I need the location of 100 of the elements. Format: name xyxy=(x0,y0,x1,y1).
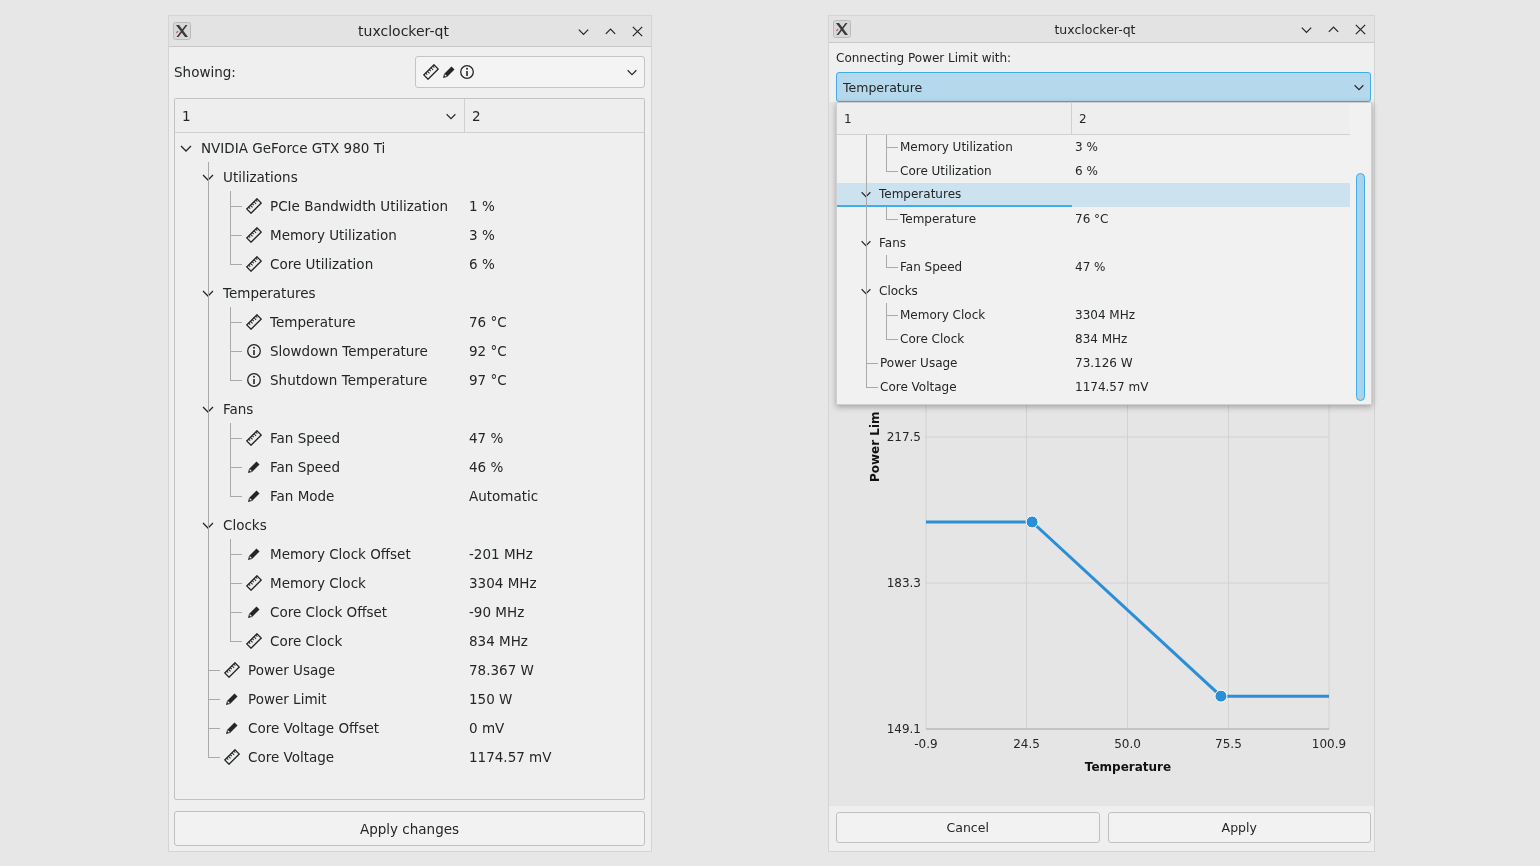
ruler-icon xyxy=(246,197,262,214)
value-text: 92 °C xyxy=(469,342,507,359)
tree-item[interactable]: Core Utilization xyxy=(270,255,374,272)
tree-item[interactable]: Clocks xyxy=(223,516,267,533)
data-point[interactable] xyxy=(1214,689,1228,703)
dialog-button[interactable]: Cancel xyxy=(836,812,1100,843)
scrollbar-thumb[interactable] xyxy=(1356,173,1365,401)
tree-item[interactable]: Fans xyxy=(223,400,254,417)
tree-item[interactable]: Core Voltage xyxy=(880,380,957,394)
tick-label: -0.9 xyxy=(914,737,938,751)
column-header[interactable]: 1 xyxy=(837,103,1072,134)
ruler-icon xyxy=(246,313,262,330)
value-text: 0 mV xyxy=(469,719,505,736)
info-icon xyxy=(246,342,262,359)
tree-item[interactable]: Temperature xyxy=(270,313,356,330)
tree-item[interactable]: Temperatures xyxy=(223,284,316,301)
tree-item[interactable]: Core Clock Offset xyxy=(270,603,388,620)
tree-row[interactable]: Power Usage 73.126 W xyxy=(837,351,1351,375)
tick-label: 100.9 xyxy=(1311,737,1347,751)
tree-item[interactable]: Clocks xyxy=(879,284,918,298)
tree-item[interactable]: Fan Speed xyxy=(270,429,340,446)
tree-row[interactable]: Fans xyxy=(837,231,1351,255)
value-text: 1174.57 mV xyxy=(1075,380,1149,394)
ruler-icon xyxy=(423,64,439,80)
info-icon xyxy=(246,371,262,388)
tree-item[interactable]: Core Clock xyxy=(270,632,343,649)
tree-item[interactable]: Memory Clock Offset xyxy=(270,545,411,562)
column-header[interactable]: 2 xyxy=(465,99,644,132)
tree-item[interactable]: Core Utilization xyxy=(900,164,992,178)
tree-item[interactable]: Core Voltage xyxy=(248,748,335,765)
ruler-icon xyxy=(246,429,262,446)
tick-label: 217.5 xyxy=(886,430,921,444)
value-text: 834 MHz xyxy=(1075,332,1128,346)
ruler-icon xyxy=(246,255,262,272)
value-text: 76 °C xyxy=(1075,212,1109,226)
pencil-icon xyxy=(441,64,457,80)
tree-item[interactable]: Memory Utilization xyxy=(900,140,1013,154)
ruler-icon xyxy=(224,661,240,678)
tree-item[interactable]: PCIe Bandwidth Utilization xyxy=(270,197,448,214)
tree-row[interactable]: Temperatures xyxy=(837,183,1351,207)
tree-row[interactable]: Core Voltage 1174.57 mV xyxy=(837,375,1351,399)
data-point[interactable] xyxy=(1025,515,1039,529)
value-text: 1 % xyxy=(469,197,495,214)
value-text: 47 % xyxy=(1075,260,1106,274)
tree-row[interactable]: Core Utilization 6 % xyxy=(837,159,1351,183)
tree-item[interactable]: Temperature xyxy=(900,212,976,226)
tree-row[interactable]: Memory Utilization 3 % xyxy=(837,135,1351,159)
value-text: 834 MHz xyxy=(469,632,528,649)
tree-item[interactable]: Utilizations xyxy=(223,168,298,185)
tree-item[interactable]: Core Voltage Offset xyxy=(248,719,380,736)
value-text: 47 % xyxy=(469,429,504,446)
tick-label: 183.3 xyxy=(886,576,921,590)
apply-changes-button[interactable]: Apply changes xyxy=(174,811,645,846)
value-text: -201 MHz xyxy=(469,545,533,562)
value-text: 3304 MHz xyxy=(469,574,537,591)
dialog-button[interactable]: Apply xyxy=(1107,812,1371,843)
ruler-icon xyxy=(246,226,262,243)
tree-row[interactable]: Memory Clock 3304 MHz xyxy=(837,303,1351,327)
tree-item[interactable]: Slowdown Temperature xyxy=(270,342,428,359)
value-text: 6 % xyxy=(469,255,495,272)
tree-item[interactable]: Memory Utilization xyxy=(270,226,397,243)
tree-item[interactable]: Core Clock xyxy=(900,332,965,346)
column-header[interactable]: 1 xyxy=(175,99,465,132)
tree-item[interactable]: Fan Speed xyxy=(900,260,963,274)
scrollbar[interactable] xyxy=(1350,103,1371,404)
tree-row[interactable]: Fan Speed 47 % xyxy=(837,255,1351,279)
axis-title: Temperature xyxy=(1084,760,1172,774)
tree-item[interactable]: Shutdown Temperature xyxy=(270,371,428,388)
tick-label: 24.5 xyxy=(1013,737,1040,751)
value-text: 150 W xyxy=(469,690,513,707)
tick-label: 75.5 xyxy=(1215,737,1242,751)
x-logo-icon xyxy=(833,20,851,38)
value-text: 3 % xyxy=(469,226,495,243)
value-text: 97 °C xyxy=(469,371,507,388)
value-text: Automatic xyxy=(469,487,539,504)
tree-item[interactable]: Memory Clock xyxy=(270,574,366,591)
filter-dropdown[interactable] xyxy=(415,56,645,88)
value-text: 78.367 W xyxy=(469,661,534,678)
value-text: 73.126 W xyxy=(1075,356,1133,370)
x-logo-icon xyxy=(173,22,191,40)
tree-item[interactable]: NVIDIA GeForce GTX 980 Ti xyxy=(201,139,386,156)
tree-item[interactable]: Fan Mode xyxy=(270,487,335,504)
column-header[interactable]: 2 xyxy=(1072,103,1351,134)
tree-row[interactable]: Temperature 76 °C xyxy=(837,207,1351,231)
value-text: -90 MHz xyxy=(469,603,525,620)
tree-item[interactable]: Power Limit xyxy=(248,690,327,707)
ruler-icon xyxy=(246,574,262,591)
source-dropdown[interactable]: Temperature xyxy=(836,72,1371,102)
showing-label: Showing: xyxy=(174,64,236,80)
prompt-label: Connecting Power Limit with: xyxy=(836,51,1013,65)
tree-item[interactable]: Power Usage xyxy=(880,356,958,370)
tree-item[interactable]: Temperatures xyxy=(879,187,962,201)
tree-item[interactable]: Fans xyxy=(879,236,906,250)
tree-item[interactable]: Power Usage xyxy=(248,661,336,678)
tree-item[interactable]: Fan Speed xyxy=(270,458,340,475)
tree-item[interactable]: Memory Clock xyxy=(900,308,986,322)
tree-row[interactable]: Clocks xyxy=(837,279,1351,303)
tree-row[interactable]: Core Clock 834 MHz xyxy=(837,327,1351,351)
value-text: 6 % xyxy=(1075,164,1098,178)
window-title: tuxclocker-qt xyxy=(1053,21,1137,37)
